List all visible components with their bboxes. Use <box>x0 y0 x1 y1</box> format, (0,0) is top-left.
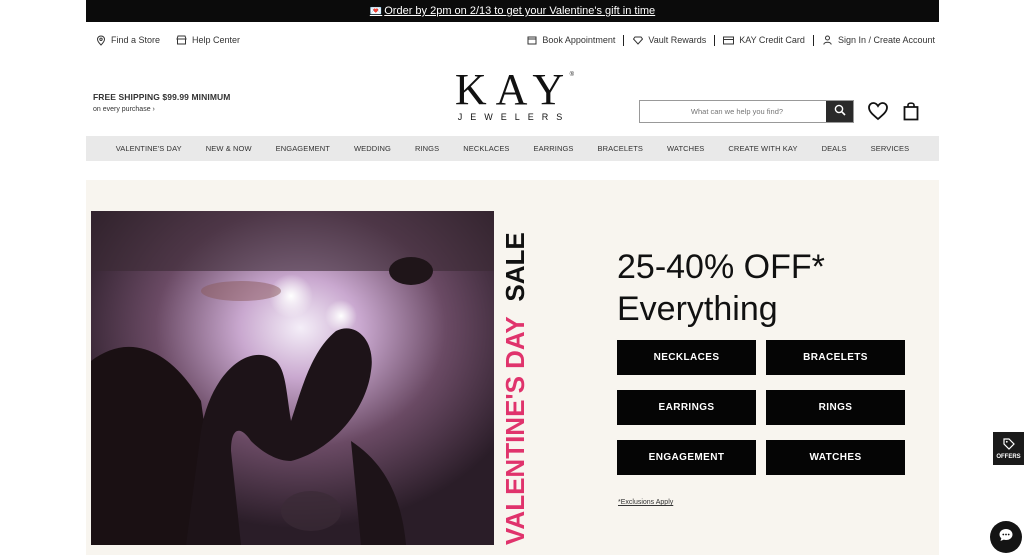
hero-headline: 25-40% OFF* Everything <box>617 246 825 330</box>
kay-logo[interactable]: KAY JEWELERS ® <box>446 65 576 123</box>
promo-text[interactable]: Order by 2pm on 2/13 to get your Valenti… <box>384 5 655 17</box>
diamond-icon <box>632 35 643 46</box>
chat-button[interactable] <box>990 521 1022 553</box>
help-center-label: Help Center <box>192 35 241 45</box>
vertical-sale-text: VALENTINE'S DAY SALE <box>496 211 530 545</box>
shipping-promo[interactable]: FREE SHIPPING $99.99 MINIMUM on every pu… <box>93 92 230 113</box>
nav-deals[interactable]: DEALS <box>822 144 847 153</box>
sign-in-label: Sign In / Create Account <box>837 35 935 45</box>
rings-button[interactable]: RINGS <box>766 390 905 425</box>
search-bar <box>639 100 854 123</box>
headline-discount: 25-40% OFF* <box>617 248 825 286</box>
nav-necklaces[interactable]: NECKLACES <box>463 144 509 153</box>
book-appointment-link[interactable]: Book Appointment <box>526 35 615 46</box>
svg-text:VALENTINE'S DAY SALE: VALENTINE'S DAY SALE <box>500 232 530 545</box>
main-nav: VALENTINE'S DAY NEW & NOW ENGAGEMENT WED… <box>86 136 939 161</box>
nav-watches[interactable]: WATCHES <box>667 144 704 153</box>
map-pin-icon <box>95 34 106 46</box>
credit-card-link[interactable]: KAY Credit Card <box>714 34 805 46</box>
necklaces-button[interactable]: NECKLACES <box>617 340 756 375</box>
nav-services[interactable]: SERVICES <box>871 144 910 153</box>
tag-icon <box>1002 437 1015 452</box>
headline-everything: Everything <box>617 290 778 328</box>
promo-banner[interactable]: 💌 Order by 2pm on 2/13 to get your Valen… <box>86 0 939 22</box>
find-store-label: Find a Store <box>111 35 161 45</box>
search-icon <box>834 103 846 121</box>
nav-bracelets[interactable]: BRACELETS <box>598 144 644 153</box>
search-input[interactable] <box>640 101 826 122</box>
registered-mark: ® <box>569 72 574 78</box>
credit-card-icon <box>723 35 735 46</box>
vertical-sale-word: SALE <box>500 232 530 301</box>
chat-bubble-icon <box>998 527 1014 548</box>
credit-card-label: KAY Credit Card <box>739 35 805 45</box>
user-icon <box>822 35 833 46</box>
hero-banner: VALENTINE'S DAY SALE 25-40% OFF* Everyth… <box>86 180 939 555</box>
offers-label: OFFERS <box>996 453 1021 460</box>
vertical-valentines-text: VALENTINE'S DAY <box>500 317 530 545</box>
shipping-subtitle[interactable]: on every purchase › <box>93 106 230 113</box>
engagement-button[interactable]: ENGAGEMENT <box>617 440 756 475</box>
vault-rewards-link[interactable]: Vault Rewards <box>623 34 707 46</box>
sign-in-link[interactable]: Sign In / Create Account <box>812 34 935 46</box>
utility-bar: Find a Store Help Center Book Appointmen… <box>95 31 935 49</box>
offers-tab[interactable]: OFFERS <box>993 432 1024 465</box>
logo-sub-text: JEWELERS <box>457 112 571 122</box>
exclusions-link[interactable]: *Exclusions Apply <box>618 499 673 506</box>
watches-button[interactable]: WATCHES <box>766 440 905 475</box>
vault-rewards-label: Vault Rewards <box>648 35 707 45</box>
search-button[interactable] <box>826 101 853 122</box>
nav-new-now[interactable]: NEW & NOW <box>206 144 252 153</box>
nav-valentines-day[interactable]: VALENTINE'S DAY <box>116 144 182 153</box>
heart-envelope-icon: 💌 <box>369 5 383 17</box>
book-appointment-label: Book Appointment <box>542 35 616 45</box>
logo-main-text: KAY <box>454 65 574 114</box>
bracelets-button[interactable]: BRACELETS <box>766 340 905 375</box>
nav-engagement[interactable]: ENGAGEMENT <box>276 144 330 153</box>
shipping-title: FREE SHIPPING $99.99 MINIMUM <box>93 92 231 102</box>
store-icon <box>176 35 187 46</box>
calendar-icon <box>526 35 537 46</box>
shopping-bag-icon[interactable] <box>903 101 919 121</box>
nav-earrings[interactable]: EARRINGS <box>534 144 574 153</box>
earrings-button[interactable]: EARRINGS <box>617 390 756 425</box>
help-center-link[interactable]: Help Center <box>176 35 240 46</box>
find-store-link[interactable]: Find a Store <box>95 34 161 46</box>
category-grid: NECKLACES BRACELETS EARRINGS RINGS ENGAG… <box>617 340 906 475</box>
nav-create-with-kay[interactable]: CREATE WITH KAY <box>728 144 797 153</box>
hero-photo[interactable] <box>91 211 494 545</box>
wishlist-heart-icon[interactable] <box>867 101 889 121</box>
nav-wedding[interactable]: WEDDING <box>354 144 391 153</box>
nav-rings[interactable]: RINGS <box>415 144 439 153</box>
